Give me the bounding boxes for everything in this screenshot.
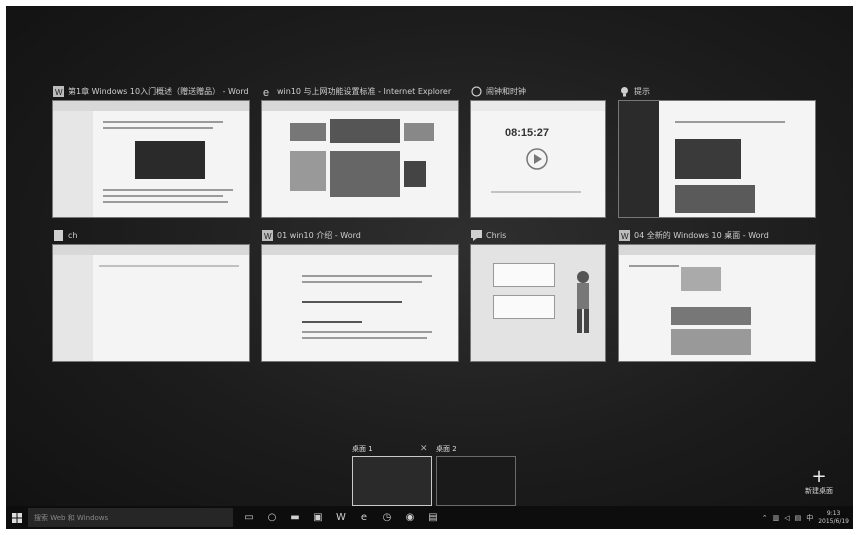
alarm-icon [470, 85, 482, 97]
document-icon [52, 229, 64, 241]
clock-date: 2015/6/19 [818, 517, 849, 525]
desktop-2-label: 桌面 2 [436, 445, 457, 453]
search-box[interactable]: 搜索 Web 和 Windows [28, 508, 233, 527]
window-thumbnail[interactable] [470, 244, 606, 362]
task-view-screen: W 第1章 Windows 10入门概述（赠送赠品） - Word e win1… [6, 6, 853, 529]
desktop-2-thumbnail[interactable] [436, 456, 516, 506]
store-icon[interactable]: ▣ [310, 510, 326, 526]
windows-logo-icon [12, 512, 22, 523]
network-icon[interactable]: ▥ [773, 514, 780, 522]
word-taskbar-icon[interactable]: W [333, 510, 349, 526]
svg-text:W: W [621, 232, 629, 241]
svg-text:e: e [263, 87, 269, 97]
word-icon: W [52, 85, 64, 97]
new-desktop-label: 新建桌面 [805, 487, 833, 495]
window-thumbnail[interactable] [261, 100, 459, 218]
window-title-bar: e win10 与上网功能设置标准 - Internet Explorer [261, 82, 459, 100]
ie-taskbar-icon[interactable]: e [356, 510, 372, 526]
task-view-icon[interactable]: ▭ [241, 510, 257, 526]
window-thumbnail[interactable] [618, 244, 816, 362]
chat-icon [470, 229, 482, 241]
action-center-icon[interactable]: ▤ [795, 514, 802, 522]
alarm-taskbar-icon[interactable]: ◷ [379, 510, 395, 526]
window-title: win10 与上网功能设置标准 - Internet Explorer [277, 86, 452, 96]
new-desktop-button[interactable]: + 新建桌面 [799, 468, 839, 496]
window-card-word-chapter1[interactable]: W 第1章 Windows 10入门概述（赠送赠品） - Word [52, 82, 250, 218]
desktop-2[interactable]: 桌面 2 [436, 444, 516, 506]
plus-icon: + [811, 466, 827, 487]
window-title-bar: W 01 win10 介绍 - Word [261, 226, 459, 244]
word-icon: W [261, 229, 273, 241]
window-title: 04 全新的 Windows 10 桌面 - Word [634, 230, 769, 240]
input-method-icon[interactable]: 中 [806, 513, 813, 523]
window-card-word-win10[interactable]: W 01 win10 介绍 - Word [261, 226, 459, 362]
window-card-ch[interactable]: ch [52, 226, 250, 362]
clock-time: 9:13 [826, 509, 841, 517]
window-thumbnail[interactable]: 08:15:27 [470, 100, 606, 218]
volume-icon[interactable]: ◁ [784, 514, 789, 522]
window-title-bar: 提示 [618, 82, 816, 100]
window-title: 提示 [634, 86, 650, 96]
window-card-word-desktop[interactable]: W 04 全新的 Windows 10 桌面 - Word [618, 226, 816, 362]
play-icon [526, 148, 548, 170]
search-placeholder: 搜索 Web 和 Windows [34, 513, 109, 522]
ie-icon: e [261, 85, 273, 97]
chevron-up-icon[interactable]: ⌃ [762, 514, 768, 522]
window-card-tips[interactable]: 提示 [618, 82, 816, 218]
file-explorer-icon[interactable]: ▬ [287, 510, 303, 526]
window-title-bar: W 第1章 Windows 10入门概述（赠送赠品） - Word [52, 82, 250, 100]
clock[interactable]: 9:13 2015/6/19 [818, 510, 849, 526]
window-title: Chris [486, 230, 507, 240]
person-figure [577, 271, 589, 333]
window-title: 闹钟和时钟 [486, 86, 526, 96]
window-thumbnail[interactable] [618, 100, 816, 218]
window-title-bar: W 04 全新的 Windows 10 桌面 - Word [618, 226, 816, 244]
window-thumbnail[interactable] [52, 100, 250, 218]
app-taskbar-icon[interactable]: ▤ [425, 510, 441, 526]
system-tray: ⌃ ▥ ◁ ▤ 中 9:13 2015/6/19 [762, 506, 849, 529]
window-thumbnail[interactable] [261, 244, 459, 362]
window-title: 第1章 Windows 10入门概述（赠送赠品） - Word [68, 86, 249, 96]
close-desktop-icon[interactable]: ✕ [420, 444, 428, 454]
window-title-bar: ch [52, 226, 250, 244]
start-button[interactable] [6, 506, 28, 529]
cortana-icon[interactable]: ○ [264, 510, 280, 526]
svg-text:W: W [55, 88, 63, 97]
window-card-internet-explorer[interactable]: e win10 与上网功能设置标准 - Internet Explorer [261, 82, 459, 218]
svg-text:W: W [264, 232, 272, 241]
tips-icon [618, 85, 630, 97]
window-title: ch [68, 230, 78, 240]
alarm-time: 08:15:27 [505, 127, 550, 139]
window-thumbnail[interactable] [52, 244, 250, 362]
window-title: 01 win10 介绍 - Word [277, 230, 361, 240]
desktop-1-thumbnail[interactable] [352, 456, 432, 506]
taskbar: 搜索 Web 和 Windows ▭ ○ ▬ ▣ W e ◷ ◉ ▤ ⌃ ▥ ◁… [6, 506, 853, 529]
tips-taskbar-icon[interactable]: ◉ [402, 510, 418, 526]
word-icon: W [618, 229, 630, 241]
